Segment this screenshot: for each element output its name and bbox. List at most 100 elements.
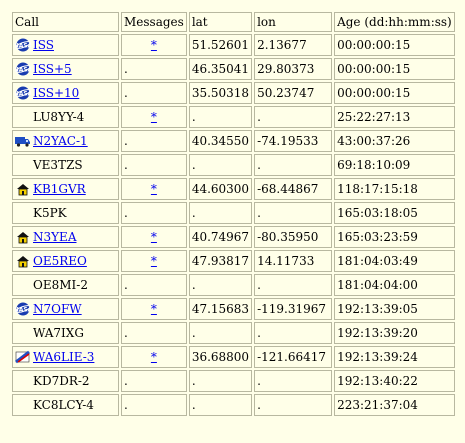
messages-link[interactable]: * <box>151 38 157 52</box>
lon-cell: . <box>254 154 333 176</box>
table-row: WA7IXG... 192:13:39:20 <box>12 322 455 344</box>
table-row: WA6LIE-3 * 36.68800 -121.66417 192:13:39:24 <box>12 346 455 368</box>
svg-text:NASA: NASA <box>15 307 31 314</box>
lat-cell: 47.93817 <box>188 250 253 272</box>
lat-cell: . <box>188 322 253 344</box>
lon-cell: . <box>254 202 333 224</box>
lon-cell: . <box>254 274 333 296</box>
lat-cell: 51.52601 <box>188 34 253 56</box>
call-cell: N3YEA <box>12 226 119 248</box>
messages-empty: . <box>124 278 128 292</box>
lon-cell: 2.13677 <box>254 34 333 56</box>
lat-cell: 44.60300 <box>188 178 253 200</box>
lon-cell: 29.80373 <box>254 58 333 80</box>
call-cell: N2YAC-1 <box>12 130 119 152</box>
callsign-link[interactable]: N7OFW <box>33 302 82 316</box>
satellite-icon: NASA <box>15 86 31 100</box>
age-cell: 192:13:39:05 <box>334 298 455 320</box>
lat-cell: . <box>188 394 253 416</box>
table-row: KB1GVR * 44.60300 -68.44867 118:17:15:18 <box>12 178 455 200</box>
callsign-link[interactable]: ISS <box>33 38 54 52</box>
house-icon <box>15 230 31 244</box>
messages-link[interactable]: * <box>151 230 157 244</box>
table-row: LU8YY-4 *.. 25:22:27:13 <box>12 106 455 128</box>
messages-empty: . <box>124 134 128 148</box>
lat-cell: 46.35041 <box>188 58 253 80</box>
callsign-link[interactable]: OE5REO <box>33 254 87 268</box>
messages-cell: * <box>121 34 187 56</box>
table-row: KD7DR-2... 192:13:40:22 <box>12 370 455 392</box>
age-cell: 00:00:00:15 <box>334 34 455 56</box>
messages-cell: . <box>121 154 187 176</box>
svg-text:NASA: NASA <box>15 67 31 74</box>
lat-cell: 36.68800 <box>188 346 253 368</box>
messages-link[interactable]: * <box>151 302 157 316</box>
messages-cell: * <box>121 178 187 200</box>
lat-cell: . <box>188 370 253 392</box>
messages-cell: . <box>121 370 187 392</box>
callsign-label: WA7IXG <box>33 326 84 340</box>
table-row: NASA N7OFW * 47.15683 -119.31967 192:13:39:05 <box>12 298 455 320</box>
table-row: OE8MI-2... 181:04:04:00 <box>12 274 455 296</box>
table-row: NASA ISS * 51.52601 2.13677 00:00:00:15 <box>12 34 455 56</box>
call-cell: NASA N7OFW <box>12 298 119 320</box>
icon-placeholder <box>15 278 31 292</box>
call-cell: KC8LCY-4 <box>12 394 119 416</box>
lon-cell: -74.19533 <box>254 130 333 152</box>
messages-cell: . <box>121 274 187 296</box>
lat-cell: . <box>188 274 253 296</box>
messages-empty: . <box>124 86 128 100</box>
table-row: VE3TZS... 69:18:10:09 <box>12 154 455 176</box>
messages-empty: . <box>124 326 128 340</box>
call-cell: OE8MI-2 <box>12 274 119 296</box>
lon-cell: -121.66417 <box>254 346 333 368</box>
messages-cell: * <box>121 250 187 272</box>
callsign-link[interactable]: KB1GVR <box>33 182 86 196</box>
messages-link[interactable]: * <box>151 110 157 124</box>
table-row: NASA ISS+5. 46.35041 29.80373 00:00:00:15 <box>12 58 455 80</box>
callsign-link[interactable]: N3YEA <box>33 230 76 244</box>
callsign-link[interactable]: WA6LIE-3 <box>33 350 94 364</box>
lat-cell: 47.15683 <box>188 298 253 320</box>
col-header-age[interactable]: Age (dd:hh:mm:ss) <box>334 12 455 32</box>
age-cell: 192:13:39:20 <box>334 322 455 344</box>
col-header-lat[interactable]: lat <box>188 12 253 32</box>
call-cell: KD7DR-2 <box>12 370 119 392</box>
messages-link[interactable]: * <box>151 182 157 196</box>
table-row: K5PK... 165:03:18:05 <box>12 202 455 224</box>
truck-icon <box>15 134 31 148</box>
lon-cell: . <box>254 394 333 416</box>
age-cell: 165:03:18:05 <box>334 202 455 224</box>
lat-cell: 40.74967 <box>188 226 253 248</box>
lon-cell: . <box>254 322 333 344</box>
callsign-link[interactable]: ISS+10 <box>33 86 79 100</box>
callsign-label: OE8MI-2 <box>33 278 88 292</box>
messages-link[interactable]: * <box>151 254 157 268</box>
call-cell: VE3TZS <box>12 154 119 176</box>
age-cell: 43:00:37:26 <box>334 130 455 152</box>
icon-placeholder <box>15 158 31 172</box>
call-cell: NASA ISS+10 <box>12 82 119 104</box>
callsign-link[interactable]: N2YAC-1 <box>33 134 88 148</box>
call-cell: WA6LIE-3 <box>12 346 119 368</box>
lon-cell: -68.44867 <box>254 178 333 200</box>
messages-cell: * <box>121 226 187 248</box>
icon-placeholder <box>15 374 31 388</box>
table-row: N3YEA * 40.74967 -80.35950 165:03:23:59 <box>12 226 455 248</box>
col-header-messages[interactable]: Messages <box>121 12 187 32</box>
callsign-link[interactable]: ISS+5 <box>33 62 72 76</box>
messages-empty: . <box>124 374 128 388</box>
col-header-lon[interactable]: lon <box>254 12 333 32</box>
call-cell: NASA ISS+5 <box>12 58 119 80</box>
age-cell: 192:13:39:24 <box>334 346 455 368</box>
age-cell: 165:03:23:59 <box>334 226 455 248</box>
call-cell: LU8YY-4 <box>12 106 119 128</box>
messages-link[interactable]: * <box>151 350 157 364</box>
messages-empty: . <box>124 398 128 412</box>
age-cell: 181:04:04:00 <box>334 274 455 296</box>
call-cell: NASA ISS <box>12 34 119 56</box>
lon-cell: -119.31967 <box>254 298 333 320</box>
messages-cell: * <box>121 346 187 368</box>
lon-cell: 14.11733 <box>254 250 333 272</box>
col-header-call[interactable]: Call <box>12 12 119 32</box>
